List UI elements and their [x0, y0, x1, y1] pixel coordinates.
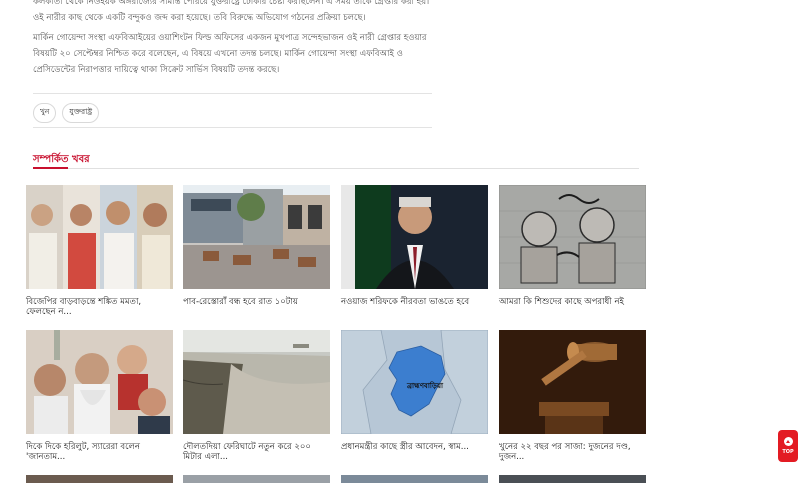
- next-row-thumbnail[interactable]: [499, 475, 646, 483]
- news-caption[interactable]: পাব-রেস্তোরাঁ বন্ধ হবে রাত ১০টায়: [183, 297, 330, 307]
- related-news-card[interactable]: পাব-রেস্তোরাঁ বন্ধ হবে রাত ১০টায়: [183, 185, 330, 307]
- news-caption[interactable]: খুনের ২২ বছর পর সাজা: দুজনের দণ্ড, দুজন.…: [499, 442, 646, 462]
- nawaz-sharif-photo[interactable]: [341, 185, 488, 289]
- children-graffiti-photo[interactable]: [499, 185, 646, 289]
- related-news-title: সম্পর্কিত খবর: [33, 154, 90, 165]
- related-news-card[interactable]: দিকে দিকে হরিলুট, স্যারেরা বলেন 'জানতাম.…: [26, 330, 173, 462]
- title-underline: [33, 167, 68, 169]
- related-news-card[interactable]: আমরা কি শিশুদের কাছে অপরাধী নই: [499, 185, 646, 307]
- related-news-card[interactable]: দৌলতদিয়া ফেরিঘাটে নতুন করে ২০০ মিটার এল…: [183, 330, 330, 462]
- news-caption[interactable]: নওয়াজ শরিফকে নীরবতা ভাঙতে হবে: [341, 297, 488, 307]
- divider: [33, 93, 432, 94]
- top-label: TOP: [782, 449, 794, 455]
- tag-khun[interactable]: খুন: [33, 103, 57, 123]
- related-news-header: সম্পর্কিত খবর: [33, 152, 639, 169]
- divider: [33, 168, 639, 169]
- related-news-card[interactable]: নওয়াজ শরিফকে নীরবতা ভাঙতে হবে: [341, 185, 488, 307]
- tag-list: খুন যুক্তরাষ্ট্র: [33, 103, 100, 123]
- politicians-collage-photo[interactable]: [26, 330, 173, 434]
- map-region-label: ব্রাহ্মণবাড়িয়া: [406, 381, 444, 390]
- river-erosion-photo[interactable]: [183, 330, 330, 434]
- tag-usa[interactable]: যুক্তরাষ্ট্র: [62, 103, 100, 123]
- next-row-thumbnail[interactable]: [26, 475, 173, 483]
- news-caption[interactable]: দৌলতদিয়া ফেরিঘাটে নতুন করে ২০০ মিটার এল…: [183, 442, 330, 462]
- scroll-to-top-button[interactable]: TOP: [778, 430, 798, 462]
- related-news-card[interactable]: বিজেপির বাড়বাড়ন্তে শঙ্কিত মমতা, ফেলছেন…: [26, 185, 173, 317]
- related-news-card[interactable]: ব্রাহ্মণবাড়িয়া প্রধানমন্ত্রীর কাছে স্ত…: [341, 330, 488, 452]
- news-caption[interactable]: দিকে দিকে হরিলুট, স্যারেরা বলেন 'জানতাম.…: [26, 442, 173, 462]
- map-photo[interactable]: ব্রাহ্মণবাড়িয়া: [341, 330, 488, 434]
- news-caption[interactable]: বিজেপির বাড়বাড়ন্তে শঙ্কিত মমতা, ফেলছেন…: [26, 297, 173, 317]
- arrow-up-icon: [783, 437, 793, 446]
- related-news-card[interactable]: খুনের ২২ বছর পর সাজা: দুজনের দণ্ড, দুজন.…: [499, 330, 646, 462]
- street-cafe-photo[interactable]: [183, 185, 330, 289]
- divider: [33, 127, 432, 128]
- news-caption[interactable]: প্রধানমন্ত্রীর কাছে স্ত্রীর আবেদন, স্বাম…: [341, 442, 488, 452]
- judge-gavel-photo[interactable]: [499, 330, 646, 434]
- article-paragraph: কলকাতা থেকে নিউইয়র্ক অঙ্গরাজ্যের সীমান্…: [33, 0, 430, 23]
- news-caption[interactable]: আমরা কি শিশুদের কাছে অপরাধী নই: [499, 297, 646, 307]
- next-row-thumbnail[interactable]: [341, 475, 488, 483]
- article-paragraph: মার্কিন গোয়েন্দা সংস্থা এফবিআইয়ের ওয়া…: [33, 33, 427, 75]
- politicians-photo[interactable]: [26, 185, 173, 289]
- next-row-thumbnail[interactable]: [183, 475, 330, 483]
